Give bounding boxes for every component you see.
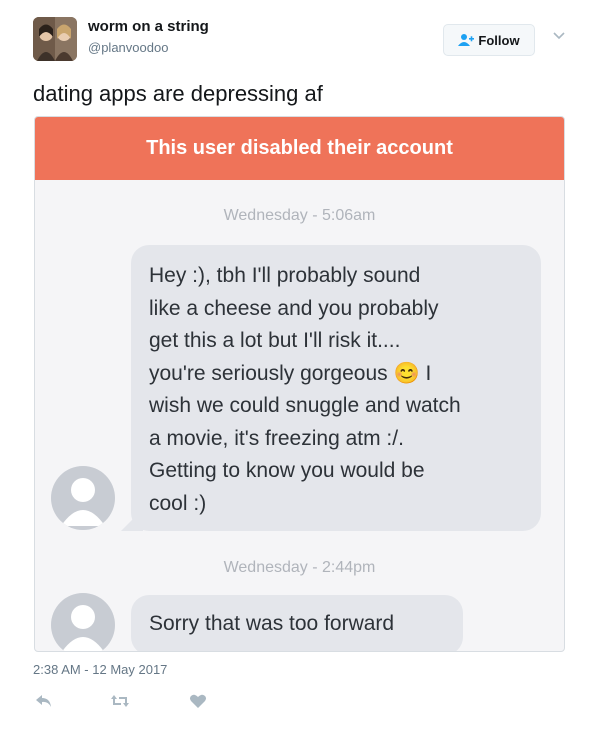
message-line: Getting to know you would be — [149, 459, 425, 482]
author-avatar[interactable] — [33, 17, 77, 61]
add-user-icon — [458, 34, 475, 46]
tweet-text: dating apps are depressing af — [33, 81, 323, 106]
retweet-button[interactable] — [109, 690, 131, 712]
author-name[interactable]: worm on a string — [88, 18, 209, 35]
person-placeholder-icon — [61, 478, 105, 526]
chevron-down-icon[interactable] — [552, 28, 566, 42]
author-avatar-photo — [33, 17, 77, 61]
message-timestamp: Wednesday - 5:06am — [223, 207, 376, 224]
message-line: get this a lot but I'll risk it.... — [149, 329, 401, 352]
like-icon — [190, 694, 206, 708]
match-avatar — [51, 466, 115, 530]
message-line: Hey :), tbh I'll probably sound — [149, 264, 421, 287]
message-line: like a cheese and you probably — [149, 296, 439, 320]
message-line: a movie, it's freezing atm :/. — [149, 426, 404, 450]
person-placeholder-icon — [62, 605, 104, 651]
author-handle[interactable]: @planvoodoo — [88, 40, 168, 55]
like-button[interactable] — [187, 690, 209, 712]
tweet-date[interactable]: 2:38 AM - 12 May 2017 — [33, 662, 167, 677]
message-line: you're seriously gorgeous 😊 I — [149, 361, 432, 385]
message-timestamp: Wednesday - 2:44pm — [223, 559, 376, 576]
message-line: cool :) — [149, 491, 207, 515]
message-line: wish we could snuggle and watch — [149, 394, 461, 417]
reply-button[interactable] — [33, 690, 55, 712]
match-avatar — [51, 593, 115, 651]
tweet-media-image[interactable]: This user disabled their account Wednesd… — [34, 116, 565, 652]
message-line: Sorry that was too forward — [149, 612, 395, 635]
disabled-account-banner: This user disabled their account — [35, 117, 564, 180]
message-bubble: Hey :), tbh I'll probably sound like a c… — [131, 245, 541, 531]
follow-button[interactable]: Follow — [443, 24, 535, 56]
follow-button-label: Follow — [478, 32, 520, 48]
reply-icon — [36, 695, 51, 707]
retweet-icon — [111, 695, 129, 707]
message-bubble: Sorry that was too forward — [131, 595, 463, 651]
